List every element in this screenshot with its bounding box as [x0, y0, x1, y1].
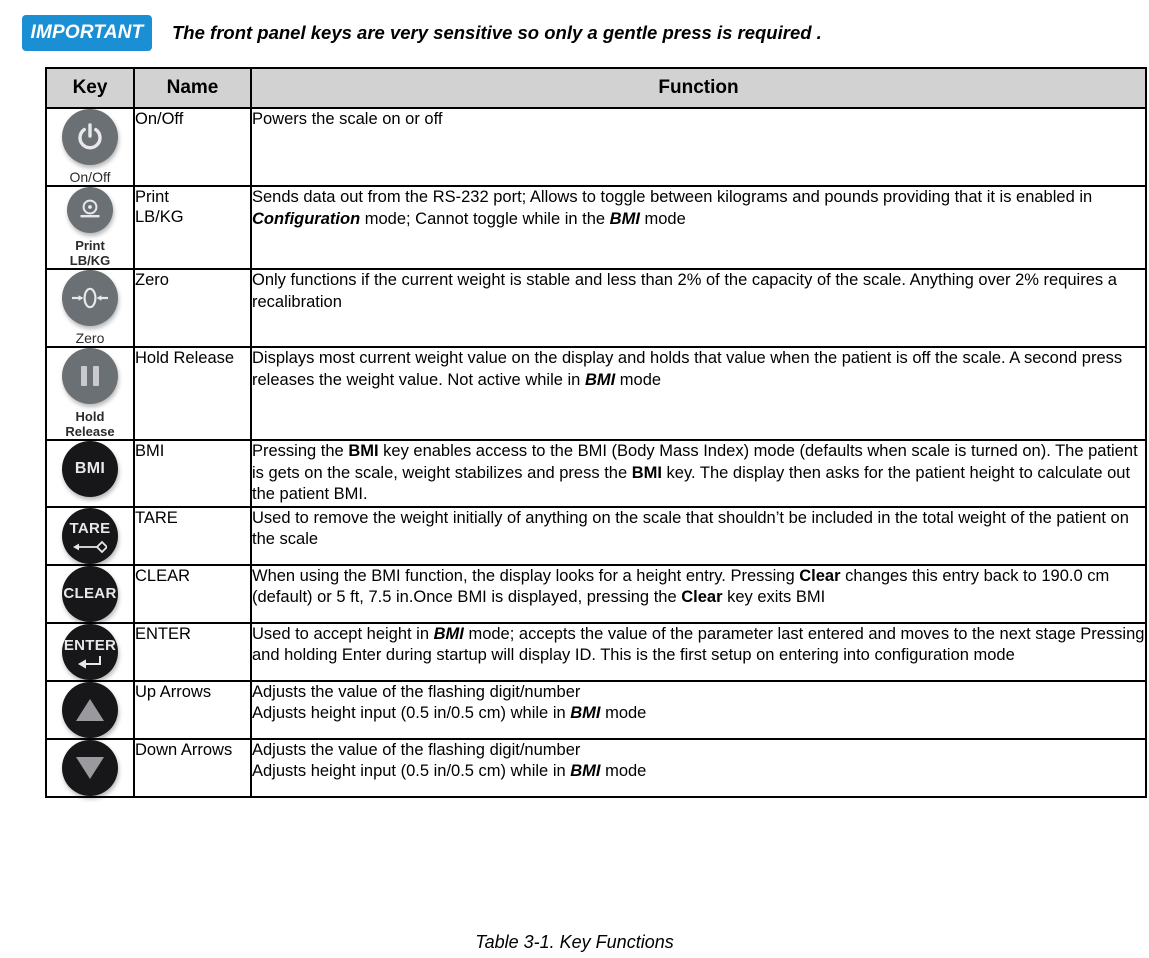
emphasis-text: BMI — [433, 624, 464, 643]
table-row: Print LB/KG Print LB/KG Sends data out from … — [45, 185, 1147, 270]
enter-return-glyph — [78, 655, 101, 669]
table-row: On/Off On/Off Powers the scale on or off — [45, 107, 1147, 187]
table-row: Down Arrows Adjusts the value of the flas… — [45, 737, 1147, 798]
enter-icon-text: ENTER — [63, 637, 117, 654]
key-functions-table: Key Name Function On/Off On/Off Powers the… — [45, 67, 1147, 798]
print-glyph — [80, 199, 100, 218]
key-function-cell: Pressing the BMI key enables access to t… — [250, 439, 1147, 508]
emphasis-text: BMI — [348, 442, 379, 460]
column-header-function: Function — [250, 67, 1147, 109]
key-name-cell: BMI — [133, 439, 252, 508]
table-row: ENTER ENTER Used to accept height in BMI … — [45, 621, 1147, 682]
key-name-cell: Zero — [133, 268, 252, 348]
key-cell — [45, 679, 135, 740]
column-header-key: Key — [45, 67, 135, 109]
column-header-name: Name — [133, 67, 252, 109]
key-caption: On/Off — [69, 169, 111, 185]
key-name-cell: TARE — [133, 505, 252, 566]
key-cell: Hold Release — [45, 346, 135, 441]
emphasis-text: BMI — [584, 370, 616, 389]
key-caption: Zero — [75, 330, 105, 346]
emphasis-text: Clear — [681, 588, 723, 606]
key-function-cell: Displays most current weight value on th… — [250, 346, 1147, 441]
key-cell: TARE — [45, 505, 135, 566]
arrow-up-icon[interactable] — [62, 681, 118, 738]
hold-release-icon[interactable] — [62, 348, 118, 404]
emphasis-text: BMI — [570, 762, 601, 780]
key-function-cell: Used to remove the weight initially of a… — [250, 505, 1147, 566]
table-body: On/Off On/Off Powers the scale on or off P… — [45, 107, 1147, 798]
clear-icon[interactable]: CLEAR — [62, 565, 118, 622]
key-name-cell: Down Arrows — [133, 737, 252, 798]
key-function-cell: When using the BMI function, the display… — [250, 563, 1147, 624]
key-function-cell: Sends data out from the RS-232 port; All… — [250, 185, 1147, 270]
print-icon[interactable] — [67, 187, 113, 233]
table-caption: Table 3-1. Key Functions — [475, 932, 674, 952]
table-row: BMI BMI Pressing the BMI key enables acce… — [45, 439, 1147, 508]
clear-icon-text: CLEAR — [63, 585, 117, 602]
key-function-cell: Used to accept height in BMI mode; accep… — [250, 621, 1147, 682]
key-function-cell: Only functions if the current weight is … — [250, 268, 1147, 348]
tare-icon-text: TARE — [69, 520, 111, 537]
key-name-cell: CLEAR — [133, 563, 252, 624]
key-name-cell: Hold Release — [133, 346, 252, 441]
arrow-down-icon[interactable] — [62, 739, 118, 796]
emphasis-text: Configuration — [252, 209, 361, 228]
key-caption: Print LB/KG — [69, 238, 111, 268]
table-row: CLEAR CLEAR When using the BMI function, … — [45, 563, 1147, 624]
emphasis-text: Clear — [799, 566, 841, 585]
power-glyph — [78, 123, 102, 150]
key-cell: CLEAR — [45, 563, 135, 624]
key-name-cell: On/Off — [133, 107, 252, 187]
key-cell: On/Off — [45, 107, 135, 187]
key-name-cell: ENTER — [133, 621, 252, 682]
table-row: Zero Zero Only functions if the current we… — [45, 268, 1147, 348]
table-row: Up Arrows Adjusts the value of the flashi… — [45, 679, 1147, 740]
key-function-cell: Adjusts the value of the flashing digit/… — [250, 737, 1147, 798]
emphasis-text: BMI — [570, 704, 601, 722]
power-icon[interactable] — [62, 109, 118, 165]
zero-glyph — [72, 287, 108, 309]
bmi-icon[interactable]: BMI — [62, 441, 118, 497]
key-function-cell: Adjusts the value of the flashing digit/… — [250, 679, 1147, 740]
key-cell: ENTER — [45, 621, 135, 682]
enter-icon[interactable]: ENTER — [62, 623, 118, 680]
zero-icon[interactable] — [62, 270, 118, 326]
tare-diamond-glyph — [73, 540, 107, 553]
table-row: Hold Release Hold Release Displays most cur… — [45, 346, 1147, 441]
key-cell: Print LB/KG — [45, 185, 135, 270]
key-caption: Hold Release — [65, 409, 115, 439]
bmi-icon-text: BMI — [74, 460, 106, 477]
triangle-down-glyph — [76, 756, 104, 779]
important-banner: IMPORTANT The front panel keys are very … — [22, 13, 1132, 53]
key-cell: Zero — [45, 268, 135, 348]
emphasis-text: BMI — [609, 209, 640, 228]
important-banner-text: The front panel keys are very sensitive … — [172, 22, 822, 43]
key-cell: BMI — [45, 439, 135, 508]
key-name-cell: Up Arrows — [133, 679, 252, 740]
key-function-cell: Powers the scale on or off — [250, 107, 1147, 187]
triangle-up-glyph — [76, 698, 104, 721]
table-row: TARE TARE Used to remove the weight initi… — [45, 505, 1147, 566]
pause-bar-left — [81, 366, 87, 386]
table-header-row: Key Name Function — [45, 67, 1147, 109]
pause-bar-right — [93, 366, 99, 386]
tare-icon[interactable]: TARE — [62, 507, 118, 564]
key-name-cell: Print LB/KG — [133, 185, 252, 270]
key-cell — [45, 737, 135, 798]
emphasis-text: BMI — [631, 463, 662, 482]
important-badge: IMPORTANT — [22, 15, 152, 51]
